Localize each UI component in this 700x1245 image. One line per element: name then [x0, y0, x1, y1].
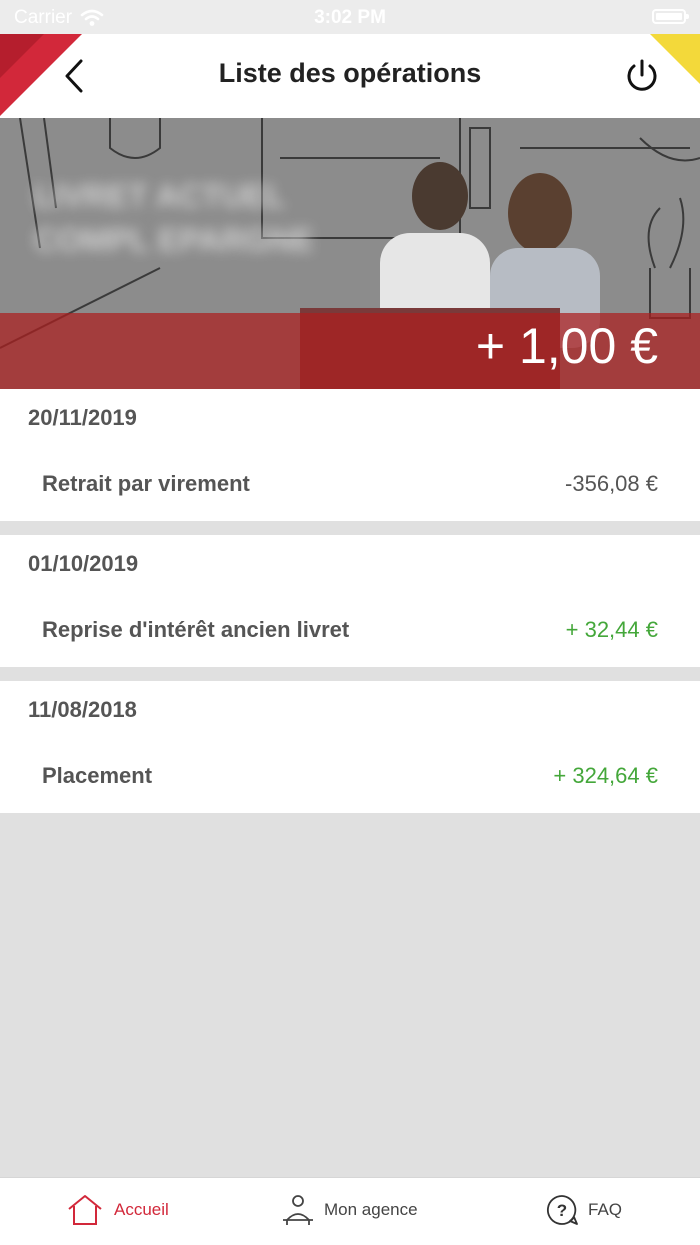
- tab-home[interactable]: Accueil: [66, 1194, 169, 1226]
- tab-bar: Accueil Mon agence ? FAQ: [0, 1177, 700, 1245]
- operations-list: 20/11/2019 Retrait par virement -356,08 € 0…: [0, 389, 700, 813]
- operation-group: 20/11/2019 Retrait par virement -356,08 €: [0, 389, 700, 521]
- person-icon: [283, 1195, 313, 1225]
- svg-text:?: ?: [557, 1201, 567, 1220]
- status-time: 3:02 PM: [314, 7, 386, 28]
- operation-row[interactable]: Reprise d'intérêt ancien livret + 32,44 €: [0, 593, 700, 667]
- tab-agency[interactable]: Mon agence: [282, 1194, 418, 1226]
- operation-amount: -356,08 €: [565, 471, 658, 496]
- operation-group: 01/10/2019 Reprise d'intérêt ancien livre…: [0, 535, 700, 667]
- app-header: Liste des opérations: [0, 34, 700, 118]
- battery-icon: [652, 9, 689, 24]
- operation-row[interactable]: Placement + 324,64 €: [0, 739, 700, 813]
- tab-faq-label: FAQ: [588, 1200, 623, 1219]
- operation-label: Retrait par virement: [42, 471, 250, 496]
- operation-group: 11/08/2018 Placement + 324,64 €: [0, 681, 700, 813]
- operation-date: 20/11/2019: [28, 405, 137, 430]
- tab-faq[interactable]: ? FAQ: [546, 1194, 622, 1226]
- operation-amount: + 324,64 €: [553, 763, 658, 788]
- account-balance: + 1,00 €: [475, 318, 658, 374]
- operation-label: Placement: [42, 763, 153, 788]
- operation-date: 01/10/2019: [28, 551, 139, 576]
- tab-agency-label: Mon agence: [324, 1200, 418, 1219]
- balance-band: + 1,00 €: [0, 313, 700, 389]
- operation-label: Reprise d'intérêt ancien livret: [42, 617, 350, 642]
- question-bubble-icon: ?: [546, 1195, 578, 1225]
- operation-row[interactable]: Retrait par virement -356,08 €: [0, 447, 700, 521]
- home-icon: [68, 1195, 102, 1225]
- account-banner: LIVRET ACTUEL COMPL EPARGNE + 1,00 €: [0, 118, 700, 389]
- tab-home-label: Accueil: [114, 1200, 169, 1219]
- operation-amount: + 32,44 €: [565, 617, 658, 642]
- operation-date: 11/08/2018: [28, 697, 137, 722]
- power-icon: [627, 59, 657, 91]
- logout-button[interactable]: [622, 56, 662, 96]
- status-bar: Carrier 3:02 PM: [0, 0, 700, 34]
- page-title: Liste des opérations: [218, 58, 482, 88]
